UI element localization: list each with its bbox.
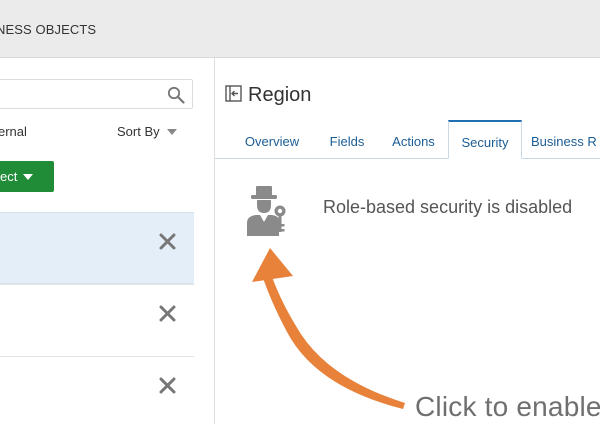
select-object-button[interactable]: ect	[0, 161, 54, 192]
callout-text: Click to enable	[415, 391, 600, 422]
tab-overview[interactable]: Overview	[239, 120, 305, 158]
collapse-panel-icon[interactable]	[225, 85, 242, 102]
security-status-message: Role-based security is disabled	[323, 197, 573, 217]
sort-by-label: Sort By	[117, 124, 160, 139]
tab-fields[interactable]: Fields	[323, 120, 371, 158]
list-item[interactable]	[0, 356, 194, 428]
chevron-down-icon	[23, 173, 34, 180]
delete-icon[interactable]	[159, 377, 176, 394]
detail-tabs: Overview Fields Actions Security Busines…	[215, 120, 600, 159]
sort-by-menu[interactable]: Sort By	[117, 124, 177, 139]
select-object-button-label: ect	[0, 169, 18, 184]
delete-icon[interactable]	[159, 305, 176, 322]
list-item[interactable]	[0, 284, 194, 356]
page-title: Region	[248, 84, 312, 106]
chevron-down-icon	[166, 128, 177, 135]
tab-business-rules[interactable]: Business R	[531, 120, 600, 158]
top-bar: NESS OBJECTS	[0, 0, 600, 58]
delete-icon[interactable]	[159, 233, 176, 250]
object-detail-pane: Region Overview Fields Actions Security …	[215, 58, 600, 424]
list-item[interactable]	[0, 212, 194, 284]
page-header-title: NESS OBJECTS	[0, 22, 97, 37]
object-list-pane: ernal Sort By ect	[0, 58, 215, 424]
tab-actions[interactable]: Actions	[385, 120, 442, 158]
filter-label[interactable]: ernal	[0, 124, 27, 139]
tab-security[interactable]: Security	[448, 120, 522, 159]
search-input[interactable]	[0, 79, 193, 109]
search-icon[interactable]	[167, 86, 185, 104]
user-key-icon	[247, 186, 286, 236]
